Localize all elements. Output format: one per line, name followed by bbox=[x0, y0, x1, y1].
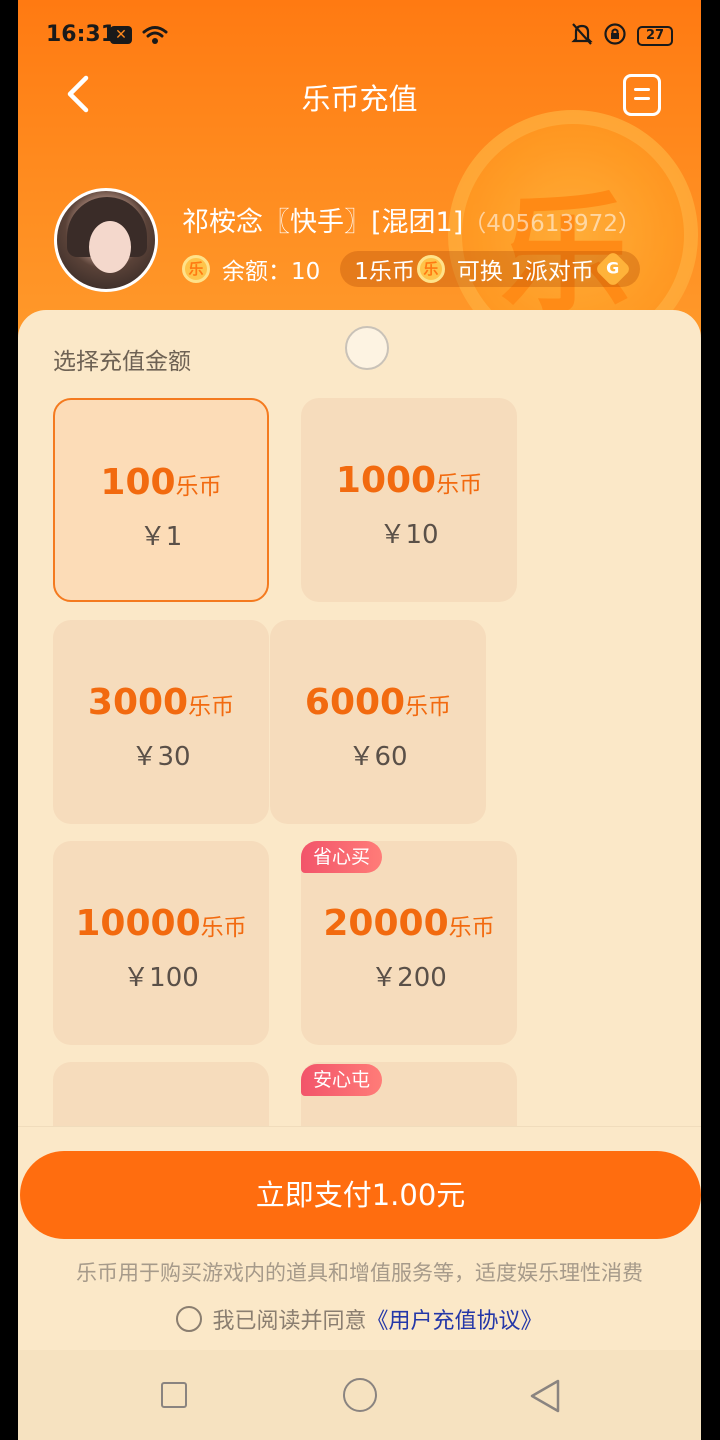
option-amount: 20000 bbox=[323, 903, 449, 944]
status-time: 16:31 bbox=[46, 22, 117, 47]
user-name-text: 祁桉念〖快手〗[混团1] bbox=[182, 207, 464, 238]
option-amount: 1000 bbox=[335, 460, 437, 501]
recent-apps-button[interactable] bbox=[161, 1382, 187, 1408]
recharge-option[interactable]: 100乐币 ￥1 bbox=[53, 398, 269, 602]
exchange-text-2: 可换 1派对币 bbox=[456, 259, 594, 285]
option-unit: 乐币 bbox=[448, 915, 495, 941]
avatar bbox=[54, 188, 158, 292]
payment-bar: 立即支付1.00元 乐币用于购买游戏内的道具和增值服务等，适度娱乐理性消费 我已… bbox=[18, 1126, 701, 1350]
option-amount: 100 bbox=[100, 462, 176, 503]
status-icons: 27 bbox=[571, 22, 673, 50]
document-icon bbox=[634, 88, 650, 91]
page-title: 乐币充值 bbox=[301, 82, 418, 116]
profile-section: 祁桉念〖快手〗[混团1]（405613972） 乐 余额：10 1乐币 乐 可换… bbox=[54, 188, 694, 298]
promo-tag: 省心买 bbox=[301, 841, 383, 873]
balance-row: 乐 余额：10 1乐币 乐 可换 1派对币 G bbox=[182, 250, 640, 288]
exchange-text-1: 1乐币 bbox=[354, 259, 415, 285]
option-price: ￥10 bbox=[379, 520, 439, 550]
agreement-row: 我已阅读并同意 《用户充值协议》 bbox=[18, 1303, 701, 1335]
option-amount: 6000 bbox=[304, 682, 406, 723]
option-unit: 乐币 bbox=[188, 694, 235, 720]
system-nav-bar bbox=[18, 1350, 701, 1440]
option-amount: 10000 bbox=[75, 903, 201, 944]
mute-bell-icon bbox=[571, 22, 593, 50]
option-unit: 乐币 bbox=[405, 694, 452, 720]
option-price: ￥1 bbox=[139, 522, 183, 552]
recharge-option[interactable]: 1000乐币 ￥10 bbox=[301, 398, 517, 602]
record-button[interactable] bbox=[623, 74, 661, 116]
recharge-option[interactable]: 10000乐币 ￥100 bbox=[53, 841, 269, 1045]
option-unit: 乐币 bbox=[200, 915, 247, 941]
system-back-button[interactable] bbox=[528, 1378, 562, 1418]
recharge-option[interactable]: 6000乐币 ￥60 bbox=[270, 620, 486, 824]
loading-spinner bbox=[345, 326, 389, 370]
notification-icon: ✕ bbox=[110, 26, 132, 44]
agree-text: 我已阅读并同意 bbox=[212, 1309, 367, 1334]
wifi-icon bbox=[142, 24, 168, 50]
nav-bar: 乐币充值 bbox=[18, 60, 701, 132]
le-coin-icon: 乐 bbox=[416, 255, 445, 283]
option-price: ￥200 bbox=[371, 963, 447, 993]
option-price: ￥100 bbox=[123, 963, 199, 993]
recharge-panel: 选择充值金额 100乐币 ￥1 1000乐币 ￥10 3000乐币 ￥30 60… bbox=[18, 310, 701, 1266]
option-unit: 乐币 bbox=[175, 474, 222, 500]
recharge-screen: 乐 16:31 ✕ 27 乐币充值 祁桉念〖快手〗[混团1]（405613972… bbox=[18, 0, 701, 1440]
option-unit: 乐币 bbox=[436, 472, 483, 498]
battery-icon: 27 bbox=[637, 26, 673, 46]
pay-now-button[interactable]: 立即支付1.00元 bbox=[20, 1151, 701, 1239]
option-amount: 3000 bbox=[87, 682, 189, 723]
user-id: （405613972） bbox=[463, 211, 641, 237]
balance-label: 余额：10 bbox=[222, 259, 321, 285]
section-label: 选择充值金额 bbox=[53, 349, 191, 375]
consumption-notice: 乐币用于购买游戏内的道具和增值服务等，适度娱乐理性消费 bbox=[76, 1261, 643, 1285]
user-name: 祁桉念〖快手〗[混团1]（405613972） bbox=[182, 200, 641, 239]
party-coin-icon: G bbox=[594, 250, 632, 288]
triangle-back-icon bbox=[530, 1379, 560, 1413]
agreement-link[interactable]: 《用户充值协议》 bbox=[367, 1303, 543, 1335]
home-button[interactable] bbox=[343, 1378, 377, 1412]
lock-rotation-icon bbox=[603, 22, 627, 50]
promo-tag: 安心屯 bbox=[301, 1064, 383, 1096]
agree-checkbox[interactable] bbox=[176, 1306, 203, 1332]
le-coin-icon: 乐 bbox=[182, 255, 210, 283]
exchange-rate-pill: 1乐币 乐 可换 1派对币 G bbox=[340, 250, 640, 288]
option-price: ￥30 bbox=[131, 742, 191, 772]
recharge-option[interactable]: 3000乐币 ￥30 bbox=[53, 620, 269, 824]
option-price: ￥60 bbox=[348, 742, 408, 772]
